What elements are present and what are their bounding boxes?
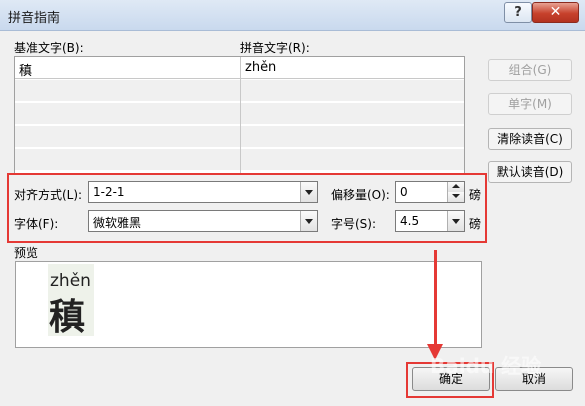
chevron-down-icon[interactable] xyxy=(447,211,464,231)
column-divider xyxy=(240,57,241,173)
alignment-label: 对齐方式(L): xyxy=(14,188,83,202)
offset-unit: 磅 xyxy=(469,188,482,202)
pinyin-cell xyxy=(241,103,464,125)
pinyin-cell xyxy=(241,149,464,171)
title-bar: 拼音指南 ? ✕ xyxy=(0,0,585,31)
preview-label: 预览 xyxy=(14,246,39,260)
base-cell[interactable]: 稹 xyxy=(15,57,240,79)
preview-character: 稹 xyxy=(49,297,86,338)
preview-box: zhěn 稹 xyxy=(15,261,482,348)
preview-sample: zhěn 稹 xyxy=(48,264,94,338)
default-reading-button[interactable]: 默认读音(D) xyxy=(488,161,572,183)
base-cell xyxy=(15,149,240,171)
offset-stepper[interactable]: 0 xyxy=(395,181,465,203)
base-cell xyxy=(15,126,240,148)
close-button[interactable]: ✕ xyxy=(532,2,579,23)
chevron-down-icon[interactable] xyxy=(300,182,317,202)
pinyin-table: 稹 zhěn xyxy=(14,56,465,174)
base-cell xyxy=(15,80,240,102)
arrow-annotation xyxy=(434,250,437,345)
size-unit: 磅 xyxy=(469,217,482,231)
base-text-label: 基准文字(B): xyxy=(14,41,84,55)
pinyin-cell xyxy=(241,126,464,148)
size-label: 字号(S): xyxy=(331,217,377,231)
offset-label: 偏移量(O): xyxy=(331,188,390,202)
font-select[interactable]: 微软雅黑 xyxy=(88,210,318,232)
spin-down-icon[interactable] xyxy=(447,192,464,202)
size-select[interactable]: 4.5 xyxy=(395,210,465,232)
combine-button[interactable]: 组合(G) xyxy=(488,59,572,81)
help-button[interactable]: ? xyxy=(504,2,532,23)
dialog-title: 拼音指南 xyxy=(8,11,61,26)
alignment-select[interactable]: 1-2-1 xyxy=(88,181,318,203)
pinyin-cell[interactable]: zhěn xyxy=(241,57,464,79)
chevron-down-icon[interactable] xyxy=(300,211,317,231)
watermark: Baidu 经验 xyxy=(430,354,542,378)
clear-reading-button[interactable]: 清除读音(C) xyxy=(488,128,572,150)
font-label: 字体(F): xyxy=(14,217,59,231)
pinyin-cell xyxy=(241,80,464,102)
single-char-button[interactable]: 单字(M) xyxy=(488,93,572,115)
base-cell xyxy=(15,103,240,125)
pinyin-text-label: 拼音文字(R): xyxy=(240,41,310,55)
